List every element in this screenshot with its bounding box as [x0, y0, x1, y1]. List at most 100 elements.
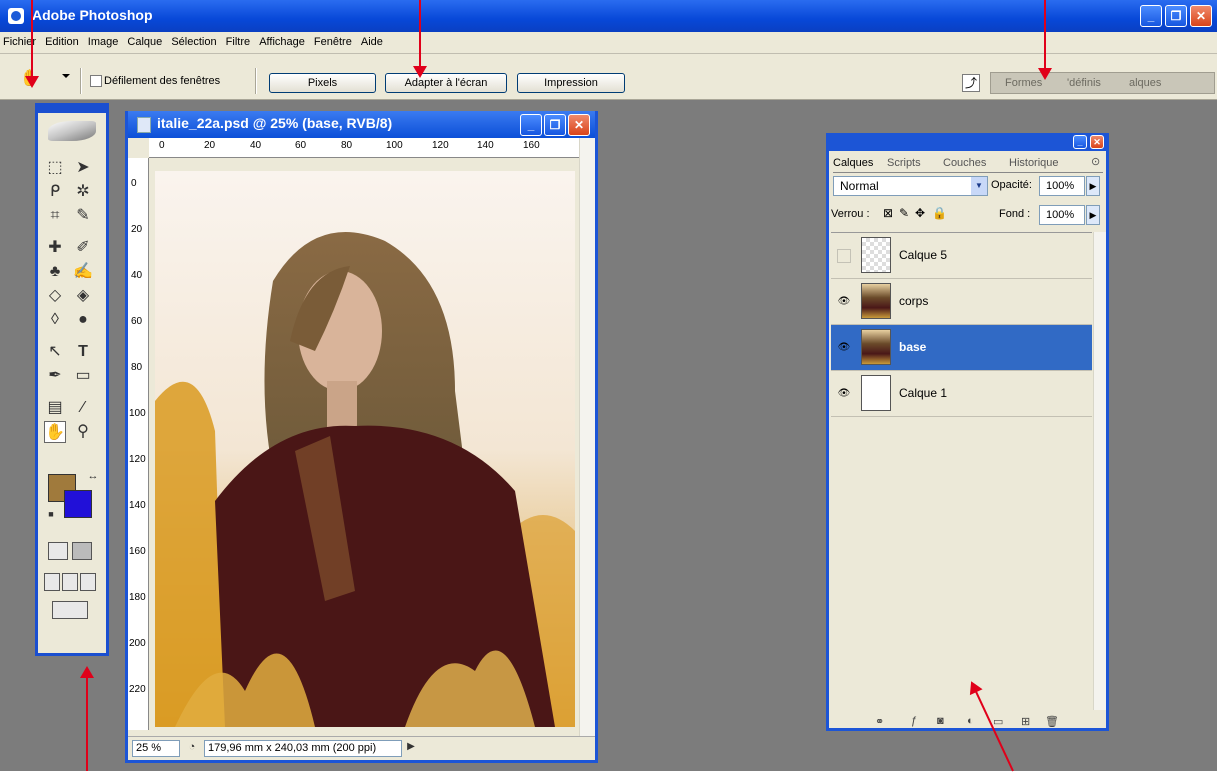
new-layer-icon[interactable]: ⊞ — [1021, 715, 1030, 728]
crop-tool-icon[interactable]: ⌗ — [44, 205, 66, 227]
vertical-ruler[interactable]: 0 20 40 60 80 100 120 140 160 180 200 22… — [128, 158, 149, 730]
palette-well-icon[interactable]: ⤴ — [962, 74, 980, 92]
ruler-label: 100 — [129, 408, 146, 419]
tool-preset-dropdown[interactable] — [62, 74, 70, 78]
zoom-tool-icon[interactable]: ⚲ — [72, 421, 94, 443]
panel-minimize-button[interactable]: _ — [1073, 135, 1087, 149]
horizontal-ruler[interactable]: 0 20 40 60 80 100 120 140 160 — [149, 138, 593, 158]
panel-close-button[interactable]: ✕ — [1090, 135, 1104, 149]
background-color-swatch[interactable] — [64, 490, 92, 518]
marquee-tool-icon[interactable]: ⬚ — [44, 157, 66, 179]
notes-tool-icon[interactable]: ▤ — [44, 397, 66, 419]
doc-minimize-button[interactable]: _ — [520, 114, 542, 136]
opacity-slider-arrow[interactable]: ▶ — [1086, 176, 1100, 196]
healing-brush-tool-icon[interactable]: ✚ — [44, 237, 66, 259]
default-colors-icon[interactable]: ■ — [40, 503, 62, 525]
paint-bucket-tool-icon[interactable]: ◈ — [72, 285, 94, 307]
adjustment-layer-icon[interactable]: ◐ — [967, 715, 974, 727]
print-size-button[interactable]: Impression — [517, 73, 625, 93]
screen-mode-full-menu-icon[interactable] — [62, 573, 78, 591]
well-tab-predefinis[interactable]: 'définis — [1067, 77, 1101, 89]
doc-close-button[interactable]: ✕ — [568, 114, 590, 136]
eye-icon[interactable]: 👁 — [837, 341, 851, 355]
lasso-tool-icon[interactable]: ᑭ — [44, 181, 66, 203]
maximize-button[interactable]: ❐ — [1165, 5, 1187, 27]
menu-selection[interactable]: Sélection — [168, 32, 219, 48]
fill-input[interactable]: 100% — [1039, 205, 1085, 225]
status-arrow-icon[interactable]: ▶ — [404, 738, 418, 756]
doc-maximize-button[interactable]: ❐ — [544, 114, 566, 136]
well-tab-calques[interactable]: alques — [1129, 77, 1161, 89]
status-menu-icon[interactable]: ◔ — [183, 738, 201, 756]
tab-historique[interactable]: Historique — [1009, 157, 1059, 169]
minimize-button[interactable]: _ — [1140, 5, 1162, 27]
brush-tool-icon[interactable]: ✐ — [72, 237, 94, 259]
psd-file-icon — [137, 117, 151, 133]
link-layers-icon[interactable]: ⚭ — [875, 715, 884, 728]
slice-tool-icon[interactable]: ✎ — [72, 205, 94, 227]
trash-icon[interactable]: 🗑 — [1045, 715, 1059, 728]
zoom-field[interactable]: 25 % — [132, 740, 180, 757]
layers-vertical-scrollbar[interactable] — [1093, 232, 1106, 710]
document-title-bar[interactable]: italie_22a.psd @ 25% (base, RVB/8) _ ❐ ✕ — [128, 111, 595, 138]
actual-pixels-button[interactable]: Pixels — [269, 73, 376, 93]
blur-tool-icon[interactable]: ◊ — [44, 309, 66, 331]
menu-image[interactable]: Image — [85, 32, 122, 48]
history-brush-tool-icon[interactable]: ✍ — [72, 261, 94, 283]
layer-style-icon[interactable]: ƒ — [911, 715, 917, 727]
lock-transparency-icon[interactable]: ⊠ — [883, 206, 893, 220]
panel-menu-icon[interactable]: ⊙ — [1091, 155, 1100, 168]
hand-tool-icon[interactable]: ✋ — [44, 421, 66, 443]
menu-aide[interactable]: Aide — [358, 32, 386, 48]
fit-screen-button[interactable]: Adapter à l'écran — [385, 73, 507, 93]
lock-position-icon[interactable]: ✥ — [915, 206, 925, 220]
layer-row-calque-1[interactable]: 👁 Calque 1 — [831, 371, 1092, 417]
menu-fenetre[interactable]: Fenêtre — [311, 32, 355, 48]
pen-tool-icon[interactable]: ✒ — [44, 365, 66, 387]
menu-affichage[interactable]: Affichage — [256, 32, 308, 48]
visibility-toggle-empty[interactable] — [837, 249, 851, 263]
quick-mask-icon[interactable] — [72, 542, 92, 560]
eye-icon[interactable]: 👁 — [837, 295, 851, 309]
screen-mode-standard-icon[interactable] — [44, 573, 60, 591]
lock-all-icon[interactable]: 🔒 — [932, 206, 947, 220]
tab-scripts[interactable]: Scripts — [887, 157, 921, 169]
feather-logo-icon[interactable] — [48, 121, 96, 141]
lock-pixels-icon[interactable]: ✎ — [899, 206, 909, 220]
eraser-tool-icon[interactable]: ◇ — [44, 285, 66, 307]
dodge-tool-icon[interactable]: ● — [72, 309, 94, 331]
eyedropper-tool-icon[interactable]: ⁄ — [72, 397, 94, 419]
shape-tool-icon[interactable]: ▭ — [72, 365, 94, 387]
scroll-all-windows-checkbox[interactable] — [90, 75, 102, 87]
image-canvas[interactable] — [155, 171, 575, 727]
opacity-input[interactable]: 100% — [1039, 176, 1085, 196]
layer-row-calque-5[interactable]: Calque 5 — [831, 233, 1092, 279]
fill-slider-arrow[interactable]: ▶ — [1086, 205, 1100, 225]
layer-row-base[interactable]: 👁 base — [831, 325, 1092, 371]
new-group-icon[interactable]: ▭ — [993, 715, 1003, 728]
document-status-bar: 25 % ◔ 179,96 mm x 240,03 mm (200 ppi) ▶ — [128, 736, 595, 760]
menu-fichier[interactable]: Fichier — [0, 32, 39, 48]
magic-wand-tool-icon[interactable]: ✲ — [72, 181, 94, 203]
well-tab-formes[interactable]: Formes — [1005, 77, 1042, 89]
type-tool-icon[interactable]: T — [72, 341, 94, 363]
close-button[interactable]: ✕ — [1190, 5, 1212, 27]
menu-filtre[interactable]: Filtre — [223, 32, 253, 48]
ruler-label: 200 — [129, 638, 146, 649]
screen-mode-full-icon[interactable] — [80, 573, 96, 591]
tab-couches[interactable]: Couches — [943, 157, 986, 169]
blend-mode-select[interactable]: Normal ▼ — [833, 176, 988, 196]
document-vertical-scrollbar[interactable] — [579, 138, 595, 736]
layer-row-corps[interactable]: 👁 corps — [831, 279, 1092, 325]
menu-calque[interactable]: Calque — [124, 32, 165, 48]
move-tool-icon[interactable]: ➤ — [72, 157, 94, 179]
tab-calques[interactable]: Calques — [833, 157, 873, 169]
layer-mask-icon[interactable]: ◙ — [937, 715, 944, 727]
standard-mode-icon[interactable] — [48, 542, 68, 560]
menu-edition[interactable]: Edition — [42, 32, 82, 48]
jump-to-imageready-icon[interactable] — [52, 601, 88, 619]
stamp-tool-icon[interactable]: ♣ — [44, 261, 66, 283]
eye-icon[interactable]: 👁 — [837, 387, 851, 401]
swap-colors-icon[interactable]: ↔ — [82, 465, 104, 487]
path-selection-tool-icon[interactable]: ↖ — [44, 341, 66, 363]
